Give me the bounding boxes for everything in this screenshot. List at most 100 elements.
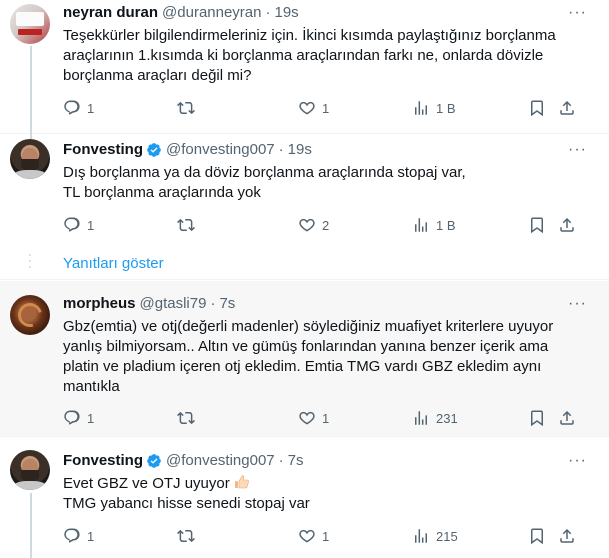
share-icon: [560, 217, 574, 232]
retweet-icon: [177, 101, 195, 115]
share-button[interactable]: [558, 408, 576, 428]
tweet-4[interactable]: Fonvesting @fonvesting007 · 7s ··· Evet …: [0, 437, 609, 558]
tweet-header: Fonvesting @fonvesting007 · 19s: [63, 141, 312, 158]
retweet-icon: [177, 529, 195, 543]
reply-button[interactable]: 1: [63, 526, 94, 546]
tweet-header: neyran duran @duranneyran · 19s: [63, 4, 299, 21]
timestamp[interactable]: 19s: [275, 4, 299, 21]
tweet-text: Teşekkürler bilgilendirmeleriniz için. İ…: [63, 26, 583, 86]
thumbs-up-emoji-icon: [234, 475, 249, 489]
reply-button[interactable]: 1: [63, 215, 94, 235]
retweet-button[interactable]: [177, 526, 195, 546]
timestamp[interactable]: 19s: [288, 141, 312, 158]
like-count: 1: [322, 528, 330, 544]
tweet-3[interactable]: morpheus @gtasli79 · 7s ··· Gbz(emtia) v…: [0, 281, 609, 437]
timestamp[interactable]: 7s: [219, 295, 235, 312]
bookmark-button[interactable]: [528, 98, 546, 118]
tweet-1[interactable]: neyran duran @duranneyran · 19s ··· Teşe…: [0, 0, 609, 134]
heart-icon: [299, 218, 315, 232]
like-count: 1: [322, 100, 330, 116]
like-button[interactable]: 1: [298, 408, 329, 428]
reply-count: 1: [87, 528, 95, 544]
separator-dot: ·: [278, 452, 284, 469]
thread-line: [30, 493, 32, 558]
avatar[interactable]: [10, 295, 50, 335]
more-options-button[interactable]: ···: [568, 141, 587, 159]
bookmark-button[interactable]: [528, 215, 546, 235]
more-options-button[interactable]: ···: [568, 452, 587, 470]
verified-badge-icon[interactable]: [146, 142, 162, 158]
views-button[interactable]: 215: [412, 526, 458, 546]
tweet-actions: 1 1 231: [63, 408, 583, 428]
more-replies-dots: [28, 254, 32, 272]
reply-icon: [64, 100, 80, 115]
avatar[interactable]: [10, 4, 50, 44]
tweet-line: Gbz(emtia) ve otj(değerli madenler) söyl…: [63, 318, 554, 335]
tweet-line: Teşekkürler bilgilendirmeleriniz için. İ…: [63, 27, 556, 44]
avatar[interactable]: [10, 139, 50, 179]
tweet-2[interactable]: Fonvesting @fonvesting007 · 19s ··· Dış …: [0, 134, 609, 246]
bookmark-button[interactable]: [528, 526, 546, 546]
author-handle[interactable]: @gtasli79: [140, 295, 207, 312]
author-handle[interactable]: @duranneyran: [162, 4, 261, 21]
views-icon: [415, 411, 427, 425]
separator-dot: ·: [210, 295, 216, 312]
separator-dot: ·: [265, 4, 271, 21]
reply-icon: [64, 217, 80, 232]
share-icon: [560, 410, 574, 425]
tweet-text: Gbz(emtia) ve otj(değerli madenler) söyl…: [63, 317, 583, 397]
author-handle[interactable]: @fonvesting007: [166, 452, 275, 469]
author-name[interactable]: Fonvesting: [63, 141, 143, 158]
more-options-button[interactable]: ···: [568, 4, 587, 22]
retweet-button[interactable]: [177, 408, 195, 428]
separator-dot: ·: [278, 141, 284, 158]
share-icon: [560, 528, 574, 543]
author-name[interactable]: Fonvesting: [63, 452, 143, 469]
view-count: 215: [436, 528, 458, 544]
author-name[interactable]: morpheus: [63, 295, 136, 312]
tweet-line: yanlış bilmiyorsam.. Altın ve gümüş fonl…: [63, 338, 549, 355]
author-name[interactable]: neyran duran: [63, 4, 158, 21]
show-replies-link[interactable]: Yanıtları göster: [63, 255, 164, 272]
like-button[interactable]: 1: [298, 98, 329, 118]
timestamp[interactable]: 7s: [288, 452, 304, 469]
show-replies-row[interactable]: Yanıtları göster: [0, 246, 609, 280]
share-button[interactable]: [558, 215, 576, 235]
reply-count: 1: [87, 100, 95, 116]
bookmark-icon: [531, 410, 543, 427]
tweet-line: TMG yabancı hisse senedi stopaj var: [63, 495, 310, 512]
heart-icon: [299, 529, 315, 543]
heart-icon: [299, 101, 315, 115]
verified-badge-icon[interactable]: [146, 453, 162, 469]
share-icon: [560, 100, 574, 115]
reply-button[interactable]: 1: [63, 98, 94, 118]
like-button[interactable]: 1: [298, 526, 329, 546]
retweet-button[interactable]: [177, 98, 195, 118]
tweet-header: morpheus @gtasli79 · 7s: [63, 295, 235, 312]
tweet-line: Dış borçlanma ya da döviz borçlanma araç…: [63, 164, 466, 181]
like-count: 2: [322, 217, 330, 233]
reply-button[interactable]: 1: [63, 408, 94, 428]
views-button[interactable]: 231: [412, 408, 458, 428]
tweet-line: borçlanma araçları değil mi?: [63, 67, 252, 84]
more-options-button[interactable]: ···: [568, 295, 587, 313]
retweet-button[interactable]: [177, 215, 195, 235]
tweet-header: Fonvesting @fonvesting007 · 7s: [63, 452, 304, 469]
tweet-line: platin ve pladium içeren otj ekledim. Em…: [63, 358, 542, 375]
share-button[interactable]: [558, 98, 576, 118]
author-handle[interactable]: @fonvesting007: [166, 141, 275, 158]
bookmark-button[interactable]: [528, 408, 546, 428]
tweet-text: Evet GBZ ve OTJ uyuyor TMG yabancı hisse…: [63, 474, 583, 514]
views-button[interactable]: 1 B: [412, 215, 456, 235]
tweet-text: Dış borçlanma ya da döviz borçlanma araç…: [63, 163, 583, 203]
like-button[interactable]: 2: [298, 215, 329, 235]
like-count: 1: [322, 410, 330, 426]
tweet-line: Evet GBZ ve OTJ uyuyor: [63, 475, 230, 492]
share-button[interactable]: [558, 526, 576, 546]
bookmark-icon: [531, 528, 543, 545]
avatar[interactable]: [10, 450, 50, 490]
tweet-line: TL borçlanma araçlarında yok: [63, 184, 261, 201]
views-button[interactable]: 1 B: [412, 98, 456, 118]
reply-count: 1: [87, 410, 95, 426]
views-icon: [415, 529, 427, 543]
